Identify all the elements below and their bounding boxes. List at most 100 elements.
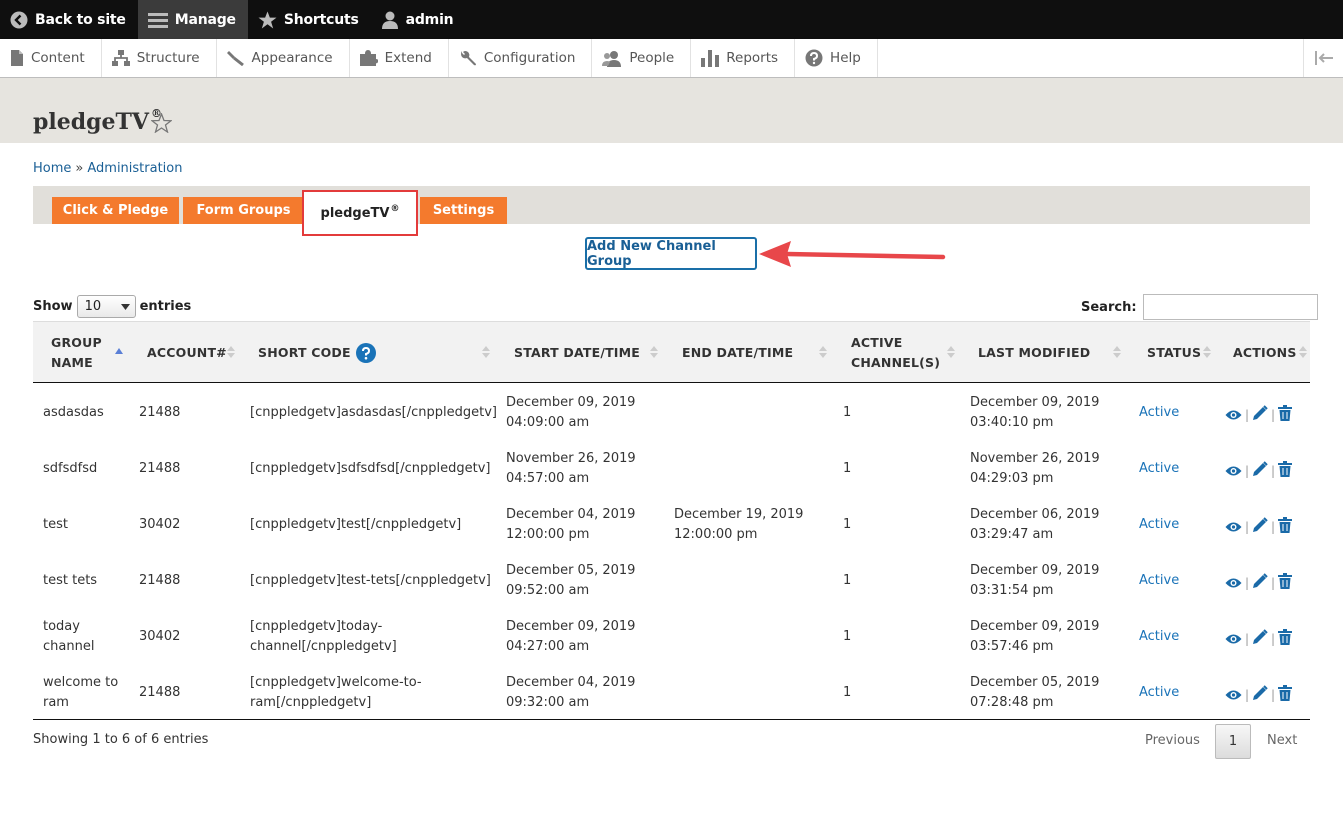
delete-button[interactable] xyxy=(1278,685,1293,705)
user-name: admin xyxy=(405,11,454,28)
edit-button[interactable] xyxy=(1252,629,1268,649)
cell-end: December 19, 2019 12:00:00 pm xyxy=(674,507,804,542)
favorite-star-icon[interactable] xyxy=(151,113,172,133)
status-badge[interactable]: Active xyxy=(1139,571,1179,591)
tray-item-structure[interactable]: Structure xyxy=(102,39,217,77)
delete-button[interactable] xyxy=(1278,405,1293,425)
tray-item-configuration[interactable]: Configuration xyxy=(449,39,593,77)
view-button[interactable] xyxy=(1225,630,1242,649)
pagination-previous[interactable]: Previous xyxy=(1145,733,1200,748)
view-button[interactable] xyxy=(1225,462,1242,481)
help-circle-icon[interactable] xyxy=(355,342,376,363)
tab-form-groups[interactable]: Form Groups xyxy=(183,197,304,224)
tray-label-help: Help xyxy=(830,50,861,66)
tray-label-configuration: Configuration xyxy=(483,50,576,66)
edit-button[interactable] xyxy=(1252,405,1268,425)
cell-account: 21488 xyxy=(139,405,181,420)
status-badge[interactable]: Active xyxy=(1139,515,1179,535)
view-button[interactable] xyxy=(1225,574,1242,593)
col-account[interactable]: ACCOUNT# xyxy=(147,322,227,383)
tray-item-content[interactable]: Content xyxy=(0,39,102,77)
table-header[interactable]: GROUP NAME ACCOUNT# SHORT CODE START DATE… xyxy=(33,321,1310,383)
col-short-code[interactable]: SHORT CODE xyxy=(258,322,376,383)
tray-item-people[interactable]: People xyxy=(592,39,692,77)
tab-click-pledge[interactable]: Click & Pledge xyxy=(52,197,179,224)
sort-both-icon xyxy=(482,346,490,358)
table-row: test tets 21488 [cnppledgetv]test-tets[/cn… xyxy=(33,557,1310,613)
tab-click-pledge-label: Click & Pledge xyxy=(62,203,169,218)
sort-both-icon xyxy=(947,346,955,358)
file-icon xyxy=(11,50,23,66)
col-actions[interactable]: ACTIONS xyxy=(1233,322,1297,383)
col-active[interactable]: ACTIVE CHANNEL(S) xyxy=(851,322,940,383)
view-button[interactable] xyxy=(1225,406,1242,425)
cell-last-modified: November 26, 2019 04:29:03 pm xyxy=(970,451,1100,486)
tray-item-help[interactable]: Help xyxy=(795,39,878,77)
user-menu-button[interactable]: admin xyxy=(371,0,466,39)
edit-button[interactable] xyxy=(1252,685,1268,705)
col-status[interactable]: STATUS xyxy=(1147,322,1201,383)
delete-button[interactable] xyxy=(1278,573,1293,593)
action-divider: | xyxy=(1271,632,1276,646)
edit-pencil-icon xyxy=(1253,629,1268,644)
add-new-channel-group-button[interactable]: Add New Channel Group xyxy=(585,237,757,270)
tray-item-reports[interactable]: Reports xyxy=(691,39,796,77)
back-arrow-icon xyxy=(10,11,28,28)
cell-actions: | | xyxy=(1225,405,1293,425)
cell-account: 30402 xyxy=(139,629,181,644)
status-badge[interactable]: Active xyxy=(1139,627,1179,647)
status-badge[interactable]: Active xyxy=(1139,459,1179,479)
breadcrumb-administration-link[interactable]: Administration xyxy=(87,161,182,176)
status-badge[interactable]: Active xyxy=(1139,403,1179,423)
action-divider: | xyxy=(1271,688,1276,702)
delete-trash-icon xyxy=(1278,461,1293,477)
col-group-name[interactable]: GROUP NAME xyxy=(51,322,102,383)
table-row: test 30402 [cnppledgetv]test[/cnppledgetv]… xyxy=(33,501,1310,557)
edit-pencil-icon xyxy=(1253,573,1268,588)
shortcuts-button[interactable]: Shortcuts xyxy=(248,0,371,39)
cell-group-name: asdasdas xyxy=(43,405,104,420)
col-end[interactable]: END DATE/TIME xyxy=(682,322,793,383)
edit-button[interactable] xyxy=(1252,517,1268,537)
cell-active-channels: 1 xyxy=(843,405,852,420)
delete-button[interactable] xyxy=(1278,461,1293,481)
tab-settings[interactable]: Settings xyxy=(420,197,507,224)
search-input[interactable] xyxy=(1142,294,1318,320)
col-start[interactable]: START DATE/TIME xyxy=(514,322,640,383)
sort-both-icon xyxy=(1299,346,1307,358)
search-label: Search: xyxy=(1081,299,1137,315)
action-divider: | xyxy=(1271,520,1276,534)
status-badge[interactable]: Active xyxy=(1139,683,1179,703)
tab-pledgetv[interactable]: pledgeTV ® xyxy=(302,190,418,236)
col-status-label: STATUS xyxy=(1147,344,1202,360)
action-divider: | xyxy=(1271,408,1276,422)
view-button[interactable] xyxy=(1225,686,1242,705)
action-divider: | xyxy=(1271,576,1276,590)
edit-button[interactable] xyxy=(1252,461,1268,481)
edit-button[interactable] xyxy=(1252,573,1268,593)
manage-button[interactable]: Manage xyxy=(137,0,248,39)
entries-length-select[interactable]: 10 xyxy=(76,295,136,318)
tab-settings-label: Settings xyxy=(432,203,495,218)
back-to-site-link[interactable]: Back to site xyxy=(0,0,138,39)
wrench-icon xyxy=(460,51,476,66)
tray-item-appearance[interactable]: Appearance xyxy=(217,39,350,77)
tray-item-extend[interactable]: Extend xyxy=(350,39,449,77)
view-eye-icon xyxy=(1225,634,1242,643)
sort-both-icon xyxy=(650,346,658,358)
cell-active-channels: 1 xyxy=(843,629,852,644)
action-divider: | xyxy=(1245,520,1250,534)
pagination-page-1[interactable]: 1 xyxy=(1215,724,1251,759)
cell-active-channels: 1 xyxy=(843,461,852,476)
view-eye-icon xyxy=(1225,522,1242,531)
delete-button[interactable] xyxy=(1278,517,1293,537)
table-row: welcome to ram 21488 [cnppledgetv]welcome-t… xyxy=(33,669,1310,725)
view-button[interactable] xyxy=(1225,518,1242,537)
delete-button[interactable] xyxy=(1278,629,1293,649)
cell-group-name: test xyxy=(43,517,68,532)
tray-orientation-toggle[interactable] xyxy=(1303,39,1343,77)
breadcrumb-home-link[interactable]: Home xyxy=(33,161,71,176)
cell-short-code: [cnppledgetv]asdasdas[/cnppledgetv] xyxy=(250,405,497,420)
col-modified[interactable]: LAST MODIFIED xyxy=(978,322,1090,383)
pagination-next[interactable]: Next xyxy=(1267,733,1297,748)
